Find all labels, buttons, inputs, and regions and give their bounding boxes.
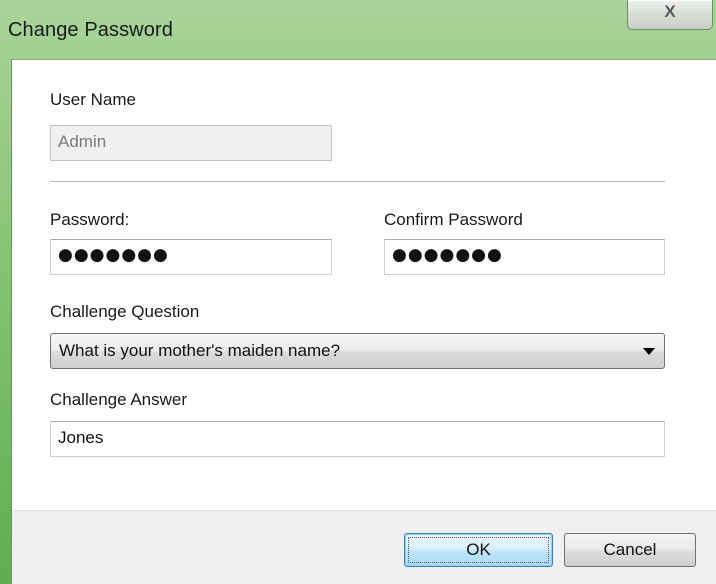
confirm-password-label: Confirm Password (384, 210, 523, 229)
challenge-question-selected: What is your mother's maiden name? (59, 341, 341, 360)
user-name-label: User Name (50, 90, 136, 109)
password-label: Password: (50, 210, 130, 229)
password-field[interactable]: ●●●●●●● (50, 239, 332, 275)
close-icon: X (664, 2, 676, 21)
confirm-password-field[interactable]: ●●●●●●● (384, 239, 665, 275)
challenge-answer-field[interactable]: Jones (50, 421, 665, 457)
challenge-question-dropdown[interactable]: What is your mother's maiden name? (50, 333, 665, 369)
user-name-field: Admin (50, 125, 332, 161)
change-password-dialog: Change Password X User Name Admin Passwo… (0, 0, 716, 584)
ok-button[interactable]: OK (404, 533, 553, 567)
challenge-question-label: Challenge Question (50, 302, 200, 321)
close-button[interactable]: X (627, 0, 713, 30)
cancel-button[interactable]: Cancel (564, 533, 696, 567)
challenge-answer-label: Challenge Answer (50, 390, 188, 409)
separator (50, 181, 665, 183)
chevron-down-icon[interactable] (643, 348, 655, 355)
title-bar[interactable]: Change Password X (0, 0, 716, 58)
window-title: Change Password (8, 19, 173, 41)
